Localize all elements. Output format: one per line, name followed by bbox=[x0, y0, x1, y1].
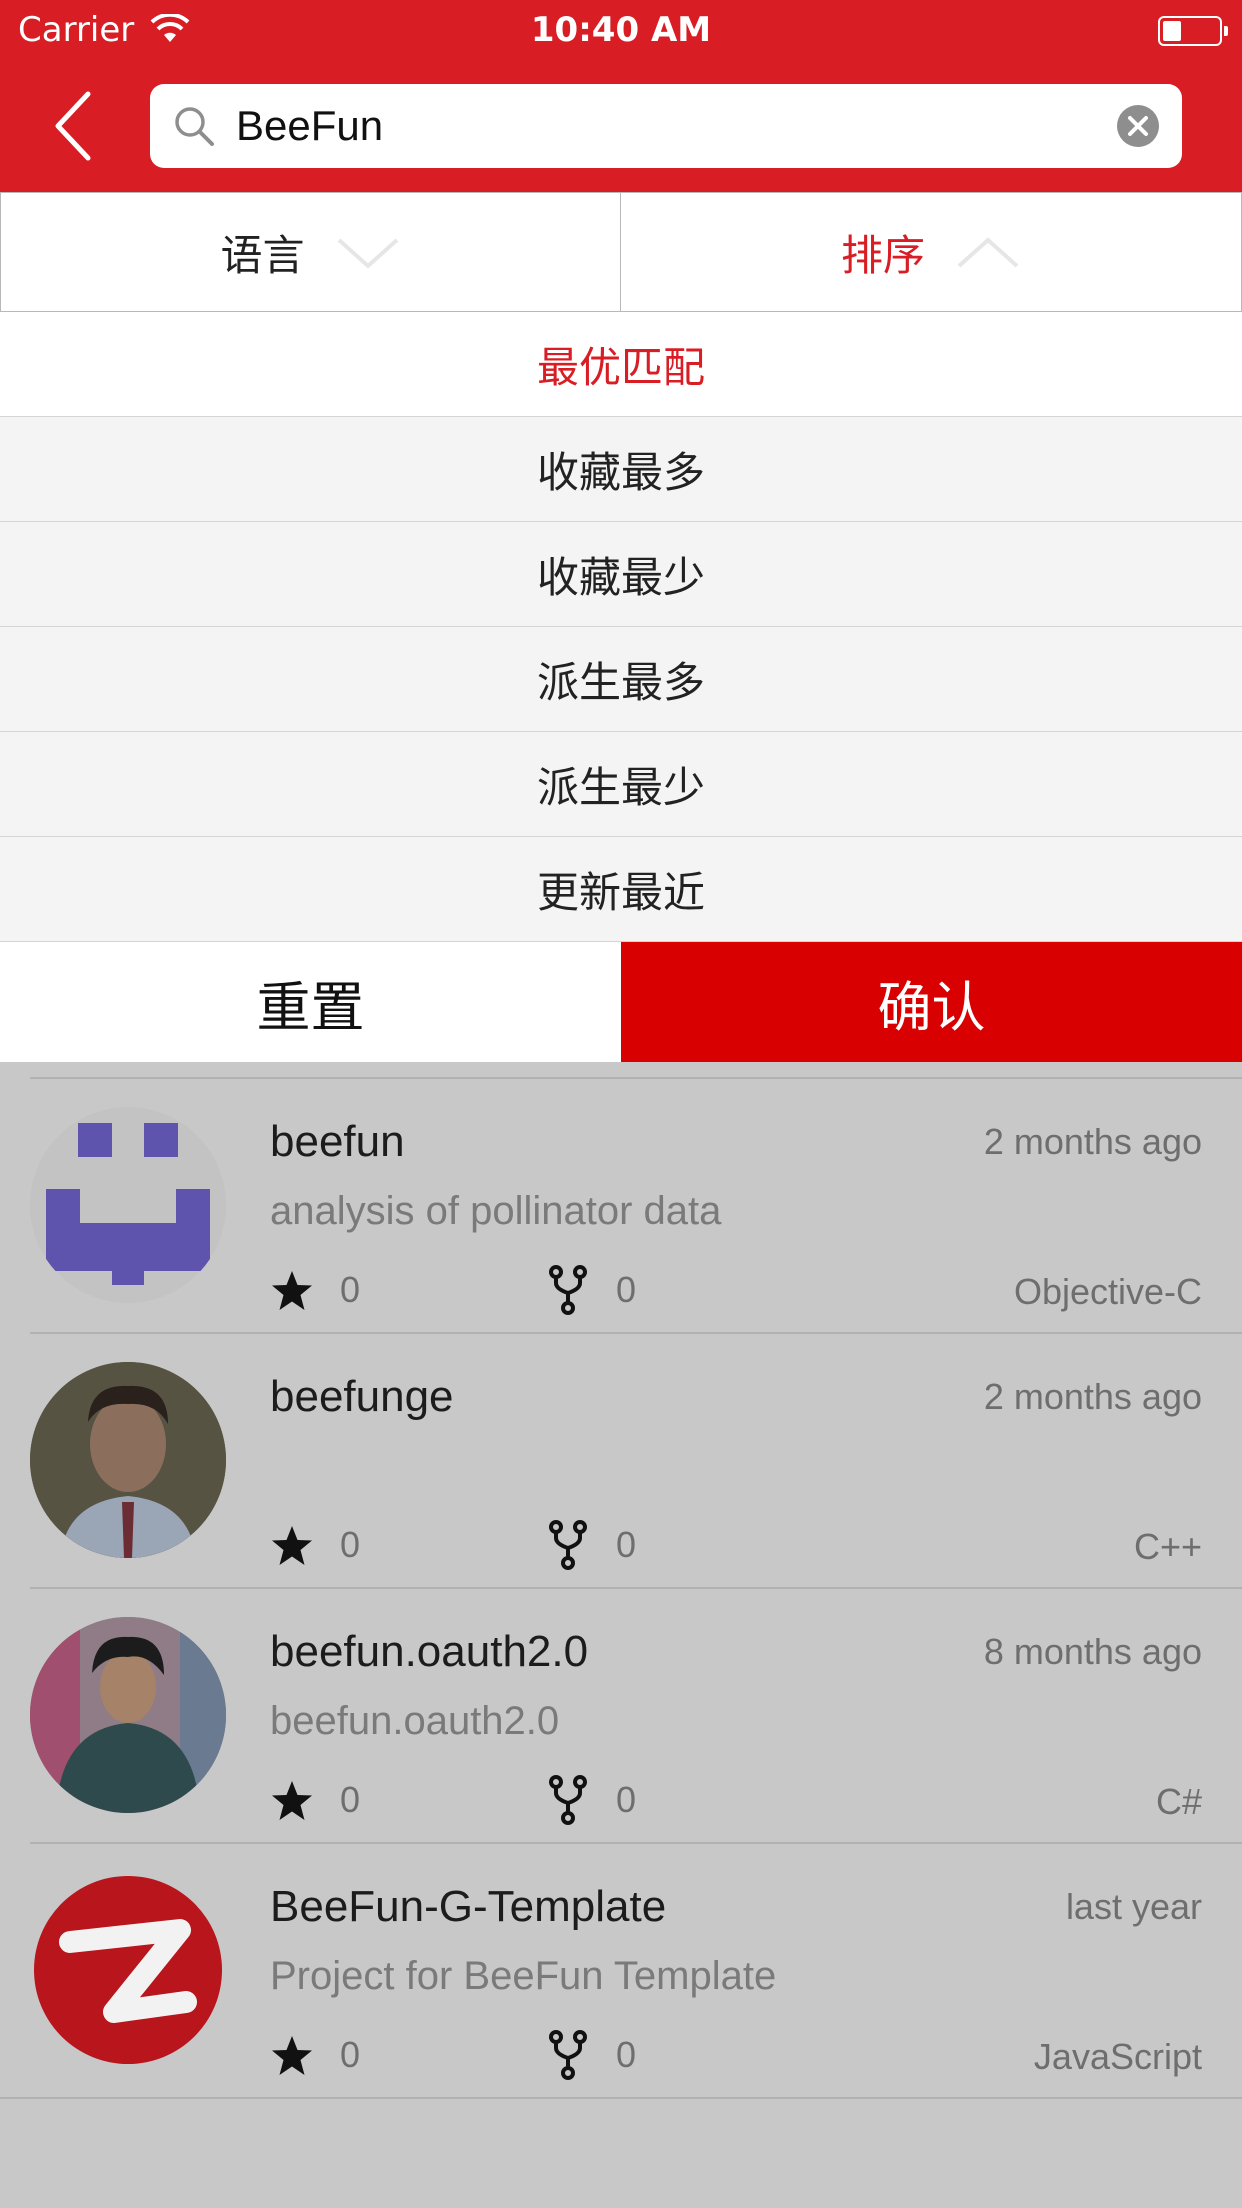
tab-language-label: 语言 bbox=[220, 230, 305, 280]
fork-icon bbox=[549, 1775, 587, 1825]
sort-option-best-match[interactable]: 最优匹配 bbox=[0, 312, 1242, 417]
tab-sort[interactable]: 排序 bbox=[621, 192, 1242, 312]
star-icon bbox=[272, 1271, 312, 1310]
search-icon bbox=[175, 107, 214, 146]
repo-language: C# bbox=[1155, 1781, 1202, 1822]
avatar bbox=[30, 1107, 226, 1303]
repo-language: C++ bbox=[1133, 1526, 1202, 1567]
repo-updated-time: last year bbox=[1065, 1886, 1202, 1927]
nav-header: Carrier 10:40 AM BeeFun bbox=[0, 0, 1242, 192]
back-arrow-icon[interactable] bbox=[50, 88, 100, 164]
sort-dropdown: 最优匹配 收藏最多 收藏最少 派生最多 派生最少 更新最近 bbox=[0, 312, 1242, 942]
chevron-down-icon bbox=[337, 238, 398, 269]
fork-icon bbox=[549, 1265, 587, 1315]
row-divider bbox=[30, 1077, 1242, 1079]
star-icon bbox=[272, 1781, 312, 1820]
sort-option-fewest-forks[interactable]: 派生最少 bbox=[0, 732, 1242, 837]
fork-count: 0 bbox=[616, 1524, 637, 1565]
repo-language: JavaScript bbox=[1033, 2036, 1202, 2077]
star-count: 0 bbox=[340, 1779, 361, 1820]
list-item[interactable]: beefun 2 months ago analysis of pollinat… bbox=[0, 1077, 1242, 1332]
clear-search-icon[interactable] bbox=[1116, 104, 1160, 148]
repo-updated-time: 8 months ago bbox=[983, 1631, 1202, 1672]
filter-bar: 语言 排序 bbox=[0, 192, 1242, 312]
row-divider bbox=[30, 1332, 1242, 1334]
list-item[interactable]: beefun.oauth2.0 8 months ago beefun.oaut… bbox=[0, 1587, 1242, 1842]
search-query-text: BeeFun bbox=[236, 102, 384, 149]
chevron-up-icon bbox=[957, 237, 1019, 268]
fork-count: 0 bbox=[616, 2034, 637, 2075]
status-time: 10:40 AM bbox=[530, 10, 712, 50]
list-item[interactable]: BeeFun-G-Template last year Project for … bbox=[0, 1842, 1242, 2097]
star-count: 0 bbox=[340, 2034, 361, 2075]
repo-language: Objective-C bbox=[1013, 1271, 1202, 1312]
repo-description: Project for BeeFun Template bbox=[270, 1954, 777, 1998]
sort-option-recently-updated[interactable]: 更新最近 bbox=[0, 837, 1242, 942]
row-divider bbox=[30, 1587, 1242, 1589]
sort-option-fewest-stars[interactable]: 收藏最少 bbox=[0, 522, 1242, 627]
tab-language[interactable]: 语言 bbox=[0, 192, 621, 312]
avatar bbox=[30, 1872, 226, 2068]
sort-option-most-stars[interactable]: 收藏最多 bbox=[0, 417, 1242, 522]
repo-name: BeeFun-G-Template bbox=[270, 1882, 667, 1931]
fork-icon bbox=[549, 2030, 587, 2080]
repo-name: beefunge bbox=[270, 1372, 454, 1421]
dropdown-actions: 重置 确认 bbox=[0, 942, 1242, 1062]
reset-button[interactable]: 重置 bbox=[0, 942, 621, 1062]
repo-description: beefun.oauth2.0 bbox=[270, 1699, 560, 1743]
avatar bbox=[30, 1617, 226, 1813]
sort-option-most-forks[interactable]: 派生最多 bbox=[0, 627, 1242, 732]
repo-updated-time: 2 months ago bbox=[983, 1121, 1202, 1162]
star-icon bbox=[272, 1526, 312, 1565]
status-bar: Carrier 10:40 AM bbox=[0, 0, 1242, 62]
repo-updated-time: 2 months ago bbox=[983, 1376, 1202, 1417]
battery-icon bbox=[1158, 16, 1228, 46]
search-input[interactable]: BeeFun bbox=[150, 84, 1182, 168]
star-count: 0 bbox=[340, 1269, 361, 1310]
fork-icon bbox=[549, 1520, 587, 1570]
repo-description: analysis of pollinator data bbox=[270, 1189, 722, 1233]
confirm-button[interactable]: 确认 bbox=[621, 942, 1242, 1062]
avatar bbox=[30, 1362, 226, 1558]
star-count: 0 bbox=[340, 1524, 361, 1565]
list-item[interactable]: beefunge 2 months ago 0 0 C++ bbox=[0, 1332, 1242, 1587]
list-bottom-divider bbox=[0, 2097, 1242, 2099]
tab-sort-label: 排序 bbox=[840, 230, 925, 280]
repo-name: beefun.oauth2.0 bbox=[270, 1627, 589, 1676]
star-icon bbox=[272, 2036, 312, 2075]
row-divider bbox=[30, 1842, 1242, 1844]
fork-count: 0 bbox=[616, 1269, 637, 1310]
repo-name: beefun bbox=[270, 1117, 405, 1166]
fork-count: 0 bbox=[616, 1779, 637, 1820]
